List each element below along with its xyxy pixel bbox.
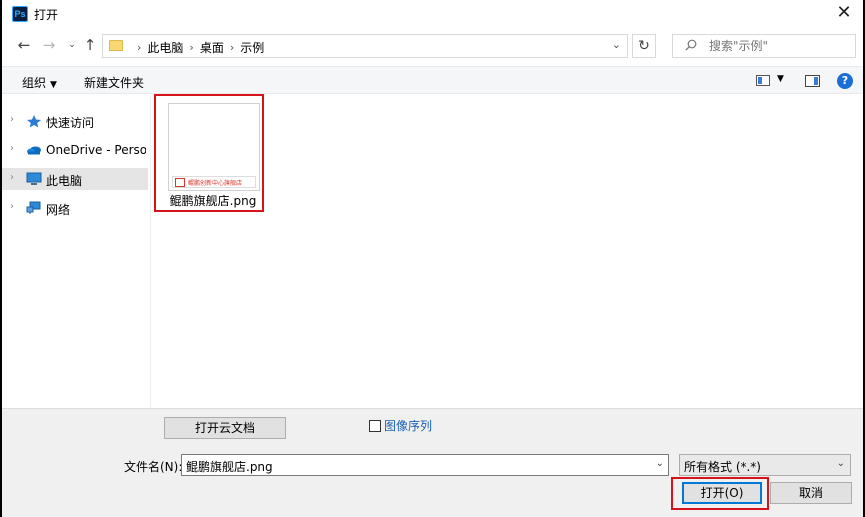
address-bar[interactable]: › 此电脑 › 桌面 › 示例 ⌄: [102, 34, 628, 58]
file-list: 鲲鹏创新中心旗舰店 鲲鹏旗舰店.png: [152, 95, 863, 408]
forward-arrow-icon[interactable]: →: [39, 34, 59, 56]
breadcrumb-item-desktop[interactable]: 桌面: [200, 39, 224, 56]
cancel-button[interactable]: 取消: [770, 482, 852, 504]
star-icon: [27, 115, 41, 128]
file-item[interactable]: 鲲鹏创新中心旗舰店 鲲鹏旗舰店.png: [164, 99, 262, 208]
logo-icon: [175, 178, 185, 187]
back-arrow-icon[interactable]: ←: [14, 34, 34, 56]
chevron-down-icon[interactable]: ⌄: [656, 458, 664, 469]
caret-down-icon[interactable]: ▼: [777, 74, 784, 84]
search-input[interactable]: [709, 39, 849, 53]
chevron-right-icon[interactable]: ›: [230, 41, 234, 54]
sidebar-item-label: 网络: [46, 203, 71, 217]
organize-label: 组织: [22, 76, 47, 90]
filename-value: 鲲鹏旗舰店.png: [186, 460, 273, 474]
preview-pane-icon[interactable]: [805, 75, 820, 87]
refresh-icon[interactable]: ↻: [632, 34, 656, 58]
pane-divider[interactable]: [150, 95, 151, 408]
organize-menu[interactable]: 组织 ▼: [22, 74, 57, 91]
filetype-select[interactable]: 所有格式 (*.*) ⌄: [679, 454, 851, 476]
image-sequence-label[interactable]: 图像序列: [384, 417, 432, 434]
new-folder-button[interactable]: 新建文件夹: [84, 74, 144, 91]
change-view-icon[interactable]: [756, 75, 770, 86]
photoshop-app-icon: Ps: [12, 6, 28, 22]
recent-locations-chevron-icon[interactable]: ⌄: [62, 34, 82, 56]
title-bar: Ps 打开 ✕: [2, 0, 863, 28]
open-button[interactable]: 打开(O): [682, 482, 762, 504]
help-icon[interactable]: ?: [837, 73, 853, 89]
sidebar-item-onedrive[interactable]: › OneDrive - Personal: [2, 139, 148, 161]
open-cloud-document-button[interactable]: 打开云文档: [164, 417, 286, 439]
breadcrumb-item-example[interactable]: 示例: [240, 39, 264, 56]
chevron-right-icon: ›: [137, 41, 142, 54]
open-file-dialog: Ps 打开 ✕ ← → ⌄ ↑ › 此电脑 › 桌面 › 示例 ⌄ ↻ 组织▼ …: [0, 0, 865, 517]
close-button[interactable]: ✕: [831, 2, 857, 26]
chevron-down-icon[interactable]: ⌄: [612, 38, 621, 51]
sidebar-item-label: 快速访问: [46, 116, 95, 130]
file-thumbnail: 鲲鹏创新中心旗舰店: [168, 103, 260, 191]
chevron-right-icon[interactable]: ›: [189, 41, 193, 54]
network-icon: [26, 201, 41, 214]
thumbnail-banner: 鲲鹏创新中心旗舰店: [172, 176, 256, 188]
window-title: 打开: [34, 8, 59, 22]
thumbnail-text: 鲲鹏创新中心旗舰店: [188, 180, 243, 187]
chevron-right-icon[interactable]: ›: [10, 172, 14, 183]
search-icon: [685, 39, 697, 51]
filetype-value: 所有格式 (*.*): [684, 460, 761, 474]
sidebar-item-label: 此电脑: [46, 174, 83, 188]
chevron-right-icon[interactable]: ›: [10, 201, 14, 212]
chevron-right-icon[interactable]: ›: [10, 143, 14, 154]
filename-field[interactable]: 鲲鹏旗舰店.png ⌄: [181, 454, 669, 476]
bottom-panel: 打开云文档 图像序列 文件名(N): 鲲鹏旗舰店.png ⌄ 所有格式 (*.*…: [2, 408, 863, 517]
search-box[interactable]: [672, 34, 856, 58]
caret-down-icon: ▼: [50, 80, 57, 90]
up-arrow-icon[interactable]: ↑: [80, 34, 100, 56]
folder-icon: [109, 40, 123, 51]
chevron-right-icon[interactable]: ›: [10, 114, 14, 125]
computer-icon: [26, 172, 42, 185]
navigation-pane: › 快速访问 › OneDrive - Personal › 此电脑 ›: [2, 95, 152, 408]
sidebar-item-label: OneDrive - Personal: [46, 143, 146, 157]
breadcrumb: › 此电脑 › 桌面 › 示例: [131, 39, 264, 56]
sidebar-item-this-pc[interactable]: › 此电脑: [2, 168, 148, 190]
sidebar-item-quick-access[interactable]: › 快速访问: [2, 110, 148, 132]
filename-label: 文件名(N):: [124, 460, 183, 474]
command-toolbar: 组织 ▼ 新建文件夹 ▼ ?: [2, 66, 863, 94]
cloud-icon: [27, 146, 41, 155]
file-name: 鲲鹏旗舰店.png: [169, 194, 257, 208]
chevron-down-icon: ⌄: [836, 458, 845, 469]
image-sequence-checkbox[interactable]: [369, 420, 381, 432]
breadcrumb-item-this-pc[interactable]: 此电脑: [147, 39, 183, 56]
sidebar-item-network[interactable]: › 网络: [2, 197, 148, 219]
